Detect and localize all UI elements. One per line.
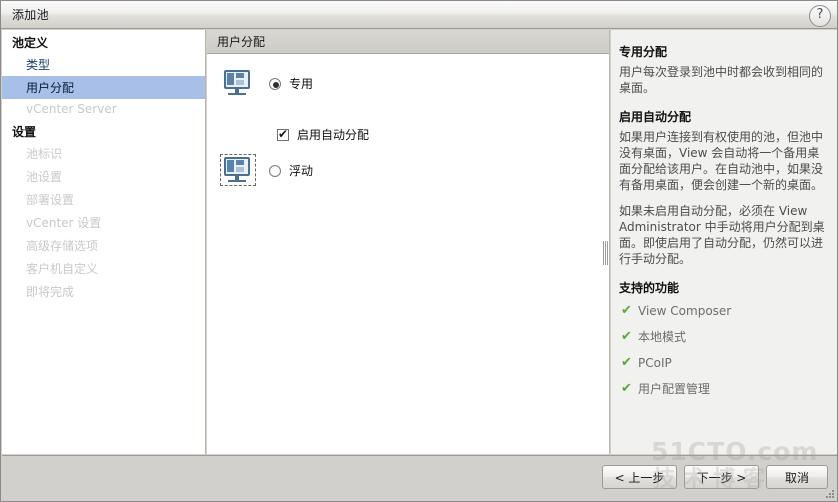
check-icon: ✔: [621, 303, 632, 318]
help-text-auto-assign-2: 如果未启用自动分配，必须在 View Administrator 中手动将用户分…: [619, 204, 825, 266]
radio-dedicated[interactable]: [269, 77, 281, 90]
help-icon[interactable]: ?: [809, 5, 831, 27]
sidebar-item-advanced-storage-options: 高级存储选项: [26, 239, 99, 253]
footer-bar: < 上一步 下一步 > 取消: [2, 455, 837, 501]
help-text-auto-assign-1: 如果用户连接到有权使用的池，但池中没有桌面，View 会自动将一个备用桌面分配给…: [619, 130, 824, 192]
back-button[interactable]: < 上一步: [602, 465, 677, 489]
sidebar-group-pool-definition: 池定义: [12, 36, 49, 50]
feature-label: PCoIP: [638, 355, 672, 370]
feature-item: ✔ View Composer: [621, 303, 828, 318]
option-row-floating[interactable]: 浮动: [220, 154, 314, 186]
sidebar-item-guest-customization: 客户机自定义: [26, 262, 99, 276]
radio-floating-label: 浮动: [289, 164, 314, 178]
checkbox-enable-automatic-assignment[interactable]: [277, 127, 289, 141]
checkbox-enable-automatic-assignment-label: 启用自动分配: [297, 128, 370, 142]
help-panel: 专用分配 用户每次登录到池中时都会收到相同的桌面。 启用自动分配 如果用户连接到…: [611, 30, 837, 454]
center-panel-header: 用户分配: [207, 30, 609, 54]
feature-item: ✔ 本地模式: [621, 328, 828, 345]
sidebar-item-provisioning-settings: 部署设置: [26, 193, 75, 207]
check-icon: ✔: [621, 355, 632, 370]
sidebar-item-pool-identification: 池标识: [26, 147, 63, 161]
feature-label: View Composer: [638, 303, 732, 318]
help-heading-auto-assign: 启用自动分配: [619, 110, 692, 124]
radio-floating[interactable]: [269, 164, 281, 177]
center-panel-body: 专用 启用自动分配 浮动: [207, 54, 609, 453]
feature-item: ✔ PCoIP: [621, 355, 828, 370]
sidebar-item-ready-to-complete: 即将完成: [26, 285, 75, 299]
sidebar-item-type[interactable]: 类型: [2, 53, 205, 76]
help-heading-dedicated: 专用分配: [619, 45, 668, 59]
help-text-dedicated: 用户每次登录到池中时都会收到相同的桌面。: [619, 65, 824, 95]
center-panel: 用户分配 专用 启用自动分配: [207, 30, 610, 454]
sidebar-item-vcenter-settings: vCenter 设置: [26, 216, 102, 230]
help-heading-supported-features: 支持的功能: [619, 281, 680, 295]
feature-label: 用户配置管理: [638, 382, 711, 396]
sidebar-group-settings: 设置: [12, 125, 37, 139]
feature-label: 本地模式: [638, 330, 687, 344]
sidebar-item-pool-settings: 池设置: [26, 170, 63, 184]
panel-splitter-handle[interactable]: [602, 238, 609, 268]
check-icon: ✔: [621, 381, 632, 396]
check-icon: ✔: [621, 329, 632, 344]
supported-features-list: ✔ View Composer ✔ 本地模式 ✔ PCoIP ✔ 用户配置管理: [619, 303, 828, 397]
window-title: 添加池: [12, 8, 49, 22]
monitor-icon: [220, 154, 256, 186]
feature-item: ✔ 用户配置管理: [621, 380, 828, 397]
monitor-icon: [221, 68, 255, 98]
sidebar-item-user-assignment[interactable]: 用户分配: [2, 76, 205, 99]
center-panel-title: 用户分配: [217, 35, 266, 49]
option-row-dedicated[interactable]: 专用: [221, 68, 313, 98]
footer-button-group: < 上一步 下一步 > 取消: [602, 465, 828, 489]
title-bar: 添加池 ?: [1, 1, 837, 29]
next-button[interactable]: 下一步 >: [684, 465, 759, 489]
resize-grip[interactable]: [824, 488, 834, 498]
cancel-button[interactable]: 取消: [766, 465, 828, 489]
sidebar-item-vcenter-server: vCenter Server: [26, 102, 117, 116]
checkbox-row-auto-assign[interactable]: 启用自动分配: [277, 126, 369, 143]
add-pool-dialog: 添加池 ? 池定义 类型 用户分配 vCenter Server 设置 池标识 …: [0, 0, 838, 502]
wizard-sidebar: 池定义 类型 用户分配 vCenter Server 设置 池标识 池设置 部署…: [2, 30, 206, 454]
radio-dedicated-label: 专用: [289, 77, 314, 91]
